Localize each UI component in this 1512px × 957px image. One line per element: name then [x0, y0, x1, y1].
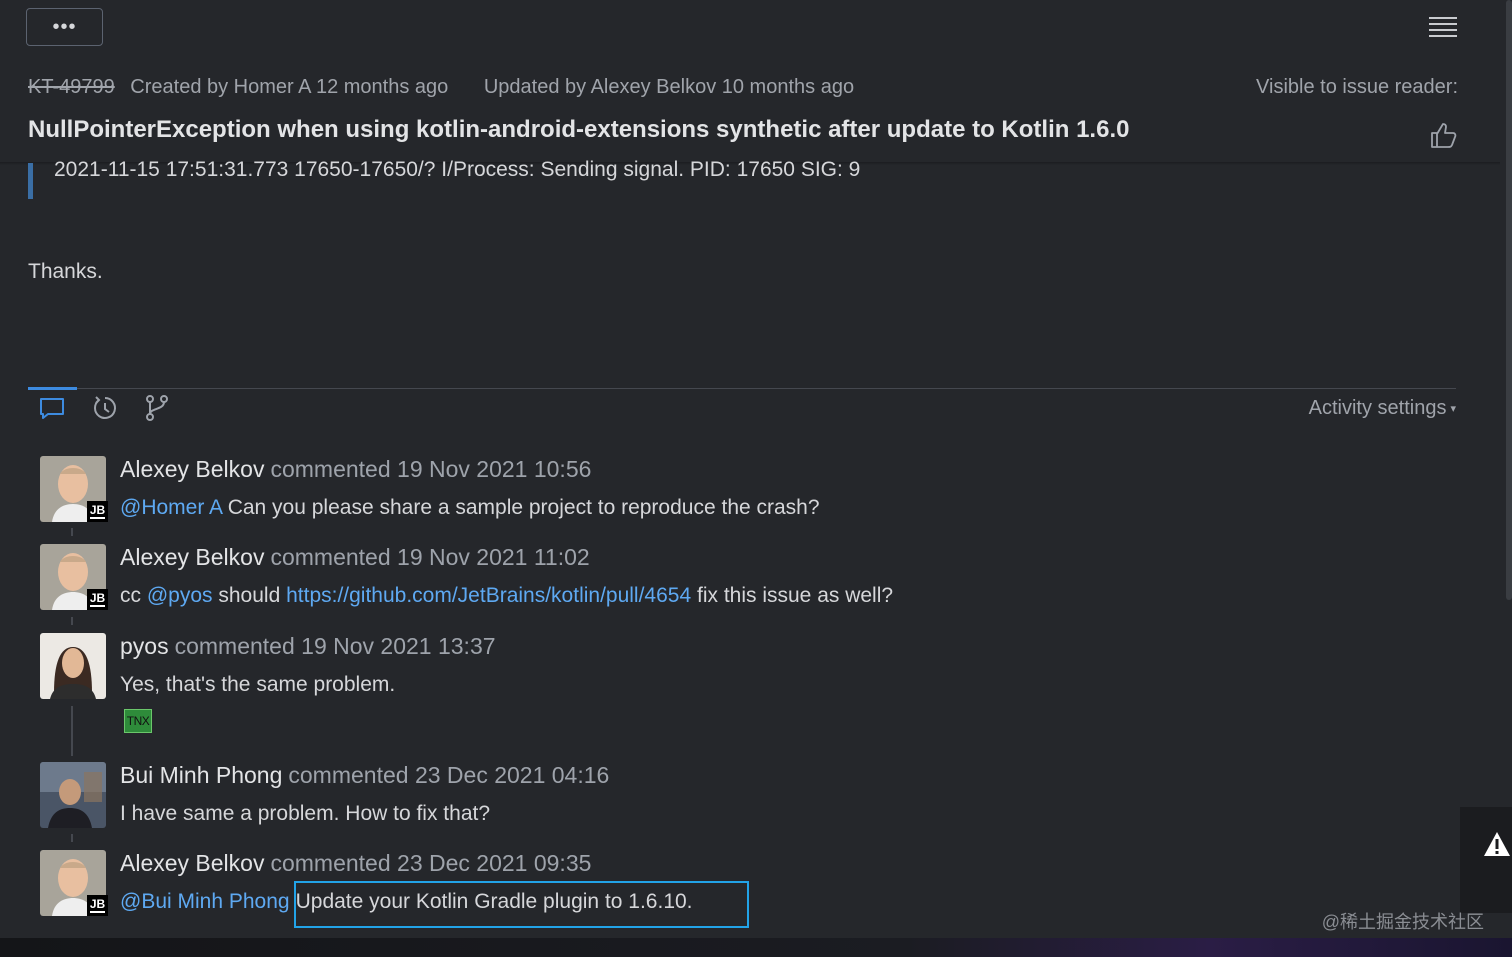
- avatar[interactable]: [40, 762, 106, 828]
- comment-author[interactable]: Alexey Belkov: [120, 850, 264, 876]
- comment-body: @Homer A Can you please share a sample p…: [120, 496, 820, 519]
- avatar[interactable]: [40, 633, 106, 699]
- comment-timestamp: commented 19 Nov 2021 10:56: [270, 456, 592, 482]
- thread-connector: [71, 617, 73, 625]
- thread-connector: [71, 706, 73, 756]
- comment-timestamp: commented 23 Dec 2021 09:35: [270, 850, 592, 876]
- issue-title: NullPointerException when using kotlin-a…: [28, 116, 1130, 143]
- activity-divider: [28, 388, 1456, 389]
- menu-icon[interactable]: [1428, 16, 1458, 40]
- comment-icon[interactable]: [38, 394, 66, 422]
- scrollbar[interactable]: [1506, 0, 1512, 600]
- activity-settings-label: Activity settings: [1308, 397, 1447, 419]
- quote-bar: [28, 163, 33, 199]
- comment-author[interactable]: Alexey Belkov: [120, 456, 264, 482]
- active-tab-indicator: [28, 387, 77, 390]
- more-actions-button[interactable]: •••: [26, 8, 103, 46]
- comment-body: cc @pyos should https://github.com/JetBr…: [120, 584, 894, 607]
- user-mention[interactable]: @Bui Minh Phong: [120, 890, 290, 913]
- jetbrains-badge: JB: [87, 589, 108, 610]
- watermark: @稀土掘金技术社区: [1321, 912, 1484, 932]
- user-mention[interactable]: @pyos: [147, 584, 213, 607]
- branch-icon[interactable]: [143, 394, 171, 422]
- description-thanks: Thanks.: [28, 260, 103, 283]
- jetbrains-badge: JB: [87, 501, 108, 522]
- user-mention[interactable]: @Homer A: [120, 496, 222, 519]
- thumbs-up-icon[interactable]: [1428, 120, 1458, 150]
- thread-connector: [71, 834, 73, 842]
- comment-body: I have same a problem. How to fix that?: [120, 802, 491, 825]
- issue-meta: KT-49799 Created by Homer A 12 months ag…: [28, 76, 1458, 102]
- reaction-tnx[interactable]: TNX: [124, 709, 152, 733]
- comment-author[interactable]: Bui Minh Phong: [120, 762, 282, 788]
- chevron-down-icon: ▾: [1450, 403, 1456, 416]
- log-quote: 2021-11-15 17:51:31.773 17650-17650/? I/…: [54, 158, 861, 181]
- pull-request-link[interactable]: https://github.com/JetBrains/kotlin/pull…: [286, 584, 691, 607]
- jetbrains-badge: JB: [87, 895, 108, 916]
- comment-timestamp: commented 23 Dec 2021 04:16: [288, 762, 610, 788]
- comment-body: Yes, that's the same problem.: [120, 673, 396, 696]
- history-icon[interactable]: [91, 394, 119, 422]
- bottom-bar: [0, 938, 1512, 957]
- created-info: Created by Homer A 12 months ago: [130, 76, 449, 98]
- comment-author[interactable]: pyos: [120, 633, 169, 659]
- issue-id[interactable]: KT-49799: [28, 76, 115, 98]
- highlight-box: [294, 881, 749, 928]
- updated-info: Updated by Alexey Belkov 10 months ago: [483, 76, 855, 98]
- warning-panel[interactable]: [1460, 807, 1512, 913]
- thread-connector: [71, 528, 73, 536]
- comment-author[interactable]: Alexey Belkov: [120, 544, 264, 570]
- warning-icon: [1484, 832, 1510, 856]
- comment-timestamp: commented 19 Nov 2021 13:37: [174, 633, 496, 659]
- visibility-label[interactable]: Visible to issue reader:: [1256, 76, 1458, 99]
- activity-settings-dropdown[interactable]: Activity settings ▾: [1309, 397, 1456, 420]
- comment-timestamp: commented 19 Nov 2021 11:02: [270, 544, 590, 570]
